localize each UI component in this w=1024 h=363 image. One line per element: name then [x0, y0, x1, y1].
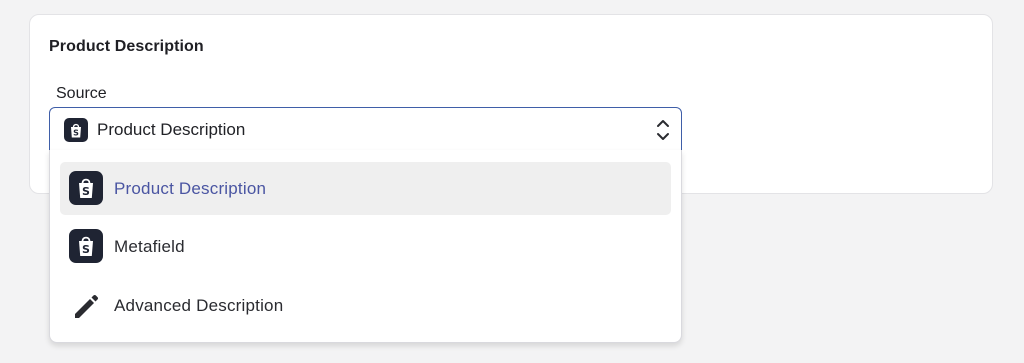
source-dropdown-menu: S Product Description S Metafield Advanc… — [49, 150, 682, 343]
option-product-description[interactable]: S Product Description — [60, 162, 671, 215]
source-label: Source — [56, 85, 107, 102]
shopify-bag-icon: S — [64, 118, 88, 142]
option-label: Metafield — [114, 237, 185, 256]
shopify-bag-icon: S — [69, 171, 103, 205]
option-label: Advanced Description — [114, 296, 284, 315]
source-select[interactable]: S Product Description — [49, 107, 682, 151]
card-title: Product Description — [49, 38, 204, 55]
svg-text:S: S — [73, 128, 79, 137]
svg-text:S: S — [82, 243, 90, 256]
shopify-bag-icon: S — [69, 229, 103, 263]
source-selected-value: Product Description — [97, 120, 246, 139]
option-metafield[interactable]: S Metafield — [60, 220, 671, 273]
chevron-up-down-icon — [656, 117, 670, 143]
svg-text:S: S — [82, 185, 90, 198]
option-advanced-description[interactable]: Advanced Description — [60, 279, 671, 332]
pencil-icon — [69, 288, 103, 322]
option-label: Product Description — [114, 179, 267, 198]
